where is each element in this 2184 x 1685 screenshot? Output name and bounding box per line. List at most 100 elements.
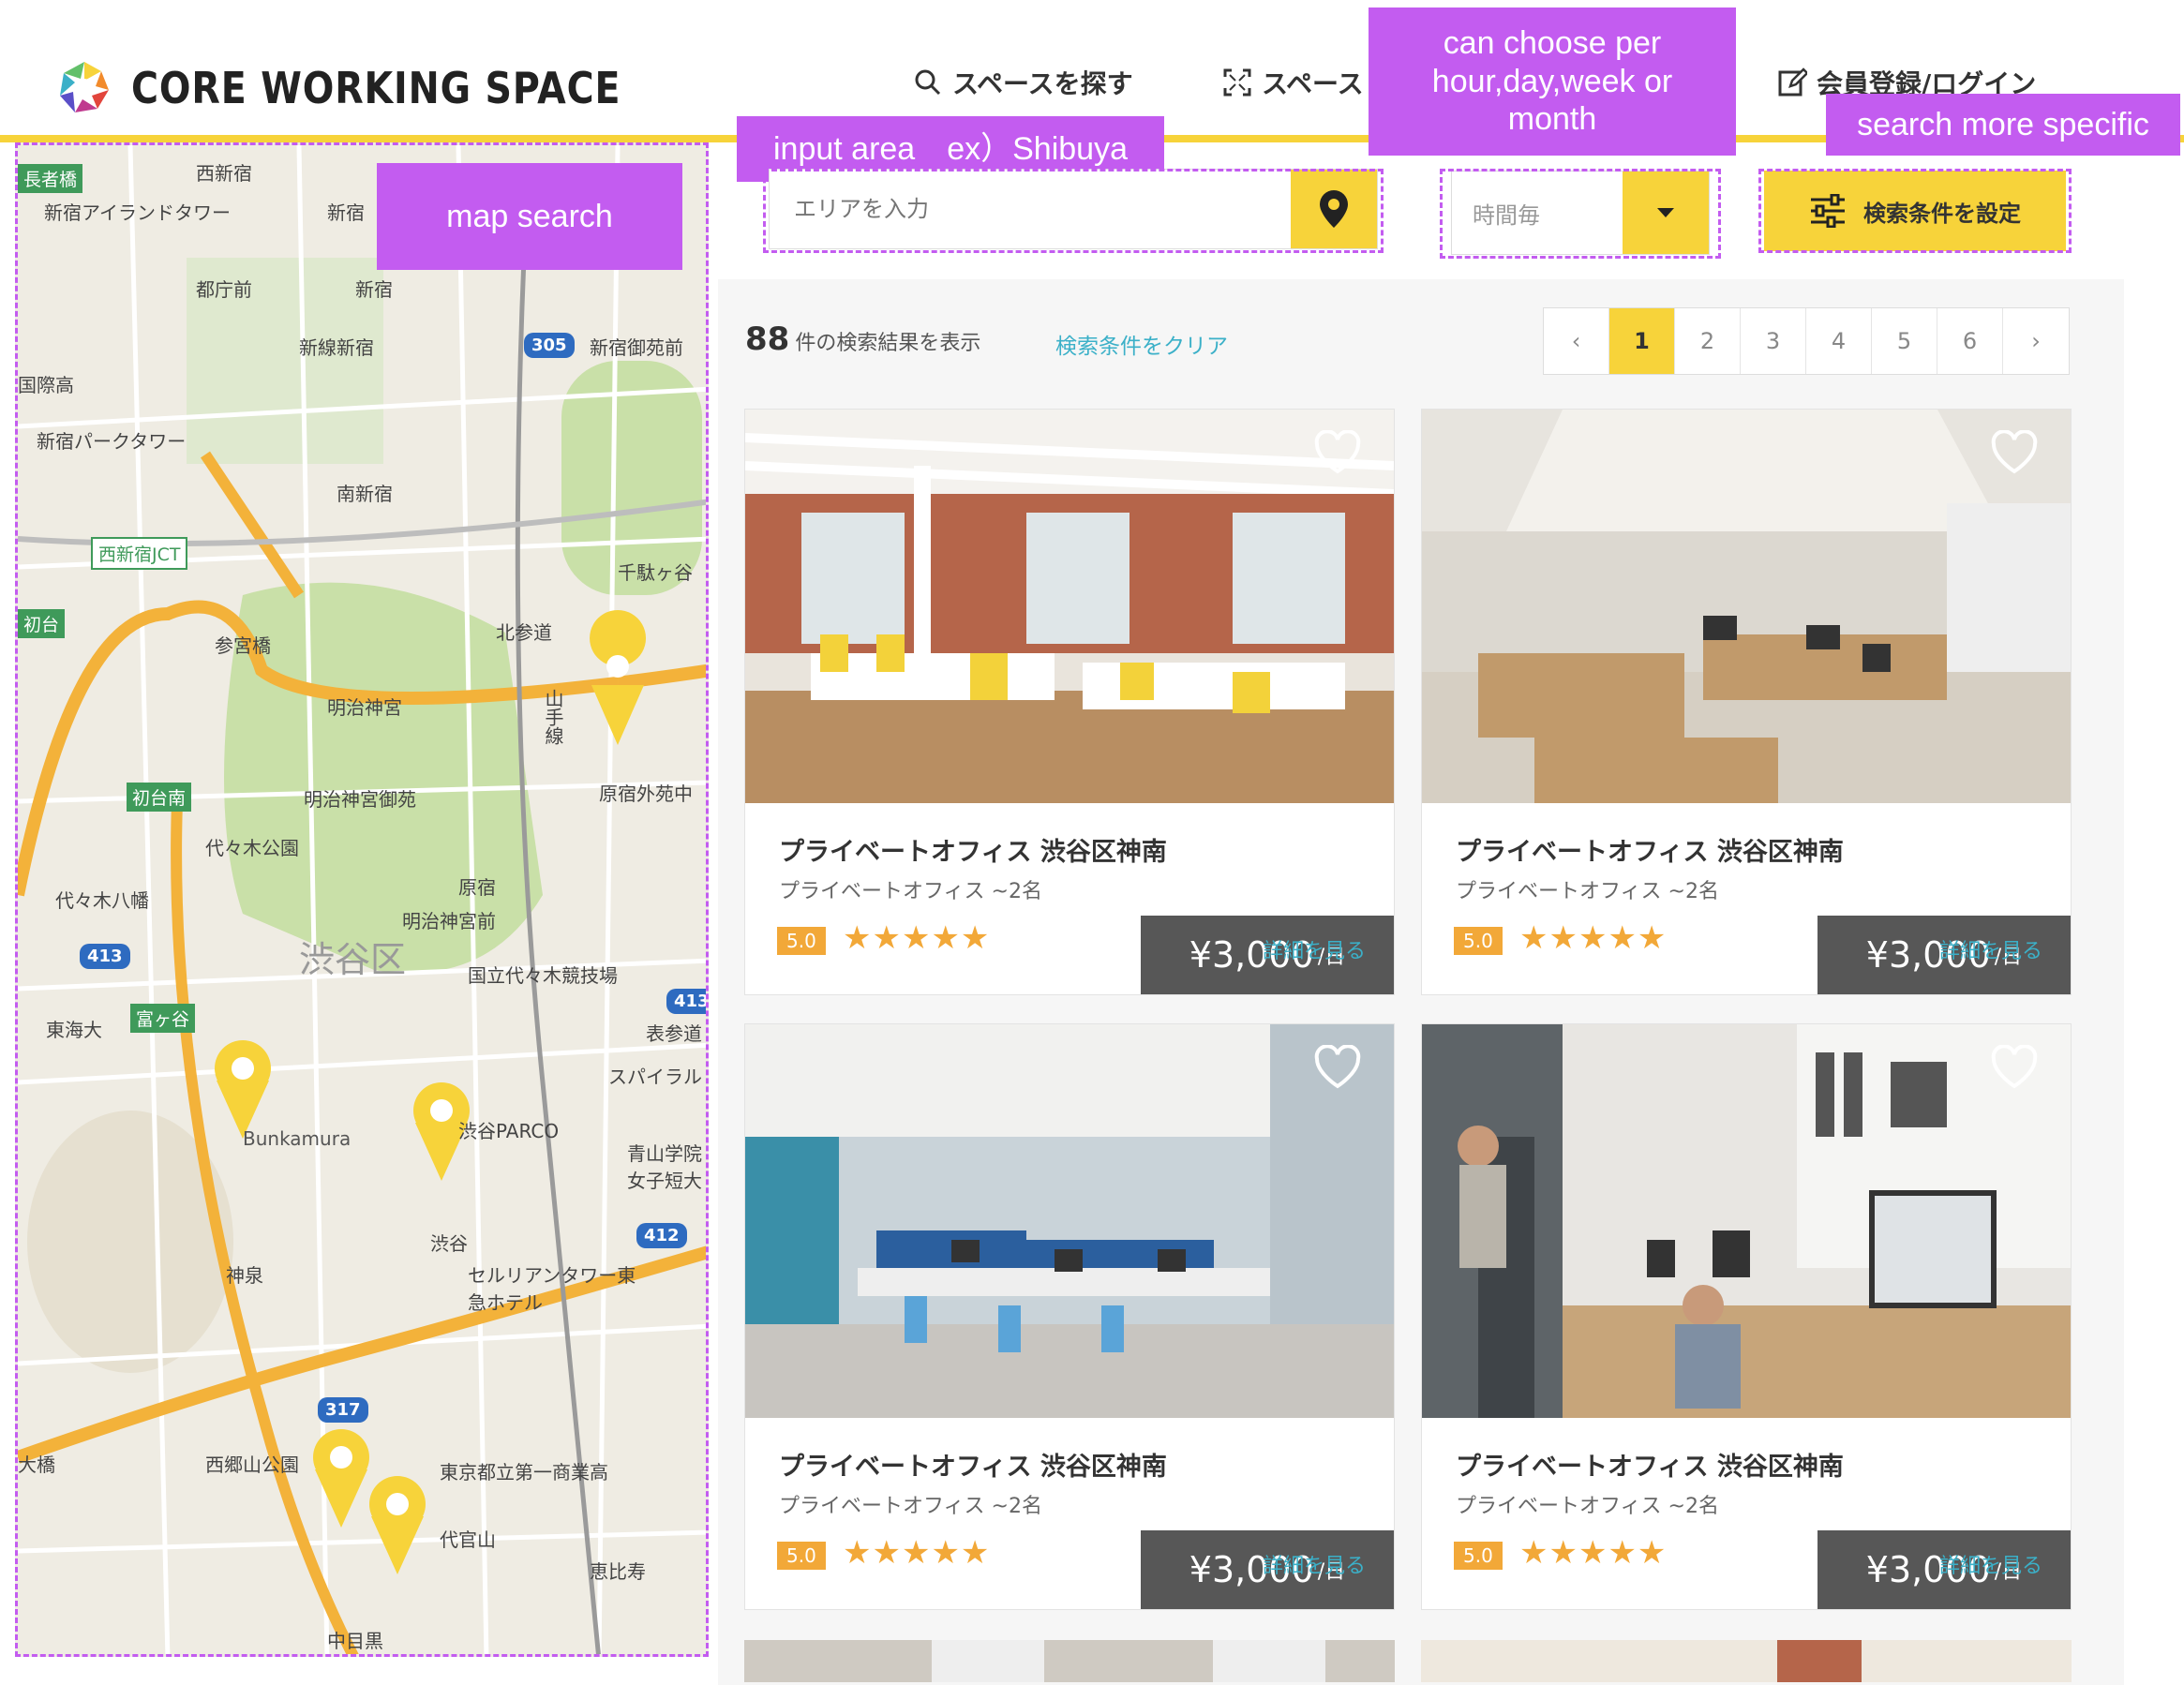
- favorite-heart-icon[interactable]: [1990, 1045, 2039, 1090]
- search-icon: [915, 69, 941, 96]
- map-label: スパイラル: [608, 1066, 702, 1088]
- map-label: 新宿: [355, 278, 393, 301]
- annotation-filter: search more specific: [1826, 94, 2180, 156]
- map-label: 明治神宮御苑: [304, 788, 416, 811]
- map-label: 新線新宿: [299, 336, 374, 359]
- map-label: 東京都立第一商業高: [440, 1461, 608, 1484]
- rating-badge: 5.0: [777, 927, 826, 955]
- card-subtitle: プライベートオフィス ~2名: [779, 880, 1042, 903]
- space-photo: [1422, 1024, 2071, 1418]
- map-label: 国立代々木競技場: [468, 964, 618, 987]
- space-photo: [745, 1024, 1394, 1418]
- map-label: 北参道: [496, 621, 552, 644]
- space-photo: [745, 410, 1394, 803]
- map-label: 西新宿: [196, 162, 252, 185]
- favorite-heart-icon[interactable]: [1313, 1045, 1362, 1090]
- map-label: 初台: [18, 609, 66, 638]
- card-title: プライベートオフィス 渋谷区神南: [1456, 838, 1844, 867]
- result-count: 88 件の検索結果を表示: [745, 321, 981, 358]
- pagination-page-2[interactable]: 2: [1675, 308, 1741, 374]
- map-label: 大橋: [18, 1454, 55, 1476]
- map-label: セルリアンタワー東急ホテル: [468, 1264, 636, 1314]
- map-label: 参宮橋: [215, 634, 271, 657]
- pagination-page-5[interactable]: 5: [1872, 308, 1937, 374]
- map-label: 南新宿: [337, 483, 393, 505]
- rating-stars: ★★★★★: [843, 919, 991, 957]
- map-label: 原宿外苑中: [599, 783, 693, 805]
- clear-filters-link[interactable]: 検索条件をクリア: [1055, 328, 1228, 360]
- route-shield: 305: [524, 333, 575, 358]
- favorite-heart-icon[interactable]: [1990, 430, 2039, 475]
- map-label: 渋谷区: [299, 939, 407, 980]
- logo[interactable]: CORE WORKING SPACE: [54, 58, 700, 118]
- space-card[interactable]: ¥3,000/日 プライベートオフィス 渋谷区神南 プライベートオフィス ~2名…: [744, 1023, 1395, 1610]
- card-subtitle: プライベートオフィス ~2名: [1456, 1495, 1719, 1518]
- rating-badge: 5.0: [1454, 1542, 1503, 1570]
- map-label: Bunkamura: [243, 1127, 352, 1150]
- favorite-heart-icon[interactable]: [1313, 430, 1362, 475]
- card-title: プライベートオフィス 渋谷区神南: [1456, 1453, 1844, 1482]
- nav-space-list[interactable]: スペース: [1222, 64, 1364, 101]
- route-shield: 413: [80, 944, 130, 969]
- map-label: 初台南: [127, 783, 192, 812]
- map-label: 新宿御苑前: [590, 336, 683, 359]
- route-shield: 317: [318, 1397, 368, 1423]
- map-label: 富ヶ谷: [130, 1004, 196, 1033]
- details-link[interactable]: 詳細を見る: [1939, 1549, 2042, 1579]
- map-label: 表参道: [646, 1022, 702, 1045]
- annotation-box-filter: [1758, 169, 2072, 253]
- card-title: プライベートオフィス 渋谷区神南: [779, 838, 1167, 867]
- map-label: 都庁前: [196, 278, 252, 301]
- annotation-period: can choose per hour,day,week or month: [1369, 7, 1736, 156]
- route-shield: 413: [666, 989, 706, 1014]
- space-card[interactable]: ¥3,000/日 プライベートオフィス 渋谷区神南 プライベートオフィス ~2名…: [744, 409, 1395, 995]
- details-link[interactable]: 詳細を見る: [1263, 1549, 1366, 1579]
- pagination-page-1[interactable]: 1: [1609, 308, 1675, 374]
- space-card[interactable]: ¥3,000/日 プライベートオフィス 渋谷区神南 プライベートオフィス ~2名…: [1421, 1023, 2072, 1610]
- map-label: 東海大: [46, 1019, 102, 1041]
- map-label: 新宿パークタワー: [37, 430, 187, 453]
- annotation-box-period: [1440, 169, 1721, 259]
- pagination-next[interactable]: ›: [2003, 308, 2069, 374]
- rating-stars: ★★★★★: [1519, 1534, 1668, 1572]
- route-shield: 412: [636, 1223, 687, 1248]
- map-label: 新宿アイランドタワー: [44, 201, 231, 224]
- map-label: 渋谷: [430, 1232, 468, 1255]
- map-label: 明治神宮: [327, 696, 402, 719]
- map-label: 神泉: [226, 1264, 263, 1287]
- map-label: 代官山: [440, 1528, 496, 1551]
- annotation-box-input: [763, 169, 1384, 253]
- map-label: 渋谷PARCO: [458, 1120, 560, 1142]
- pagination-page-3[interactable]: 3: [1741, 308, 1806, 374]
- map-label: 長者橋: [18, 164, 83, 193]
- space-photo: [1422, 410, 2071, 803]
- map-label: 原宿: [458, 876, 496, 899]
- card-subtitle: プライベートオフィス ~2名: [1456, 880, 1719, 903]
- annotation-map: map search: [377, 163, 682, 270]
- space-card-partial[interactable]: [744, 1640, 1395, 1682]
- pagination-prev[interactable]: ‹: [1544, 308, 1609, 374]
- pagination: ‹ 1 2 3 4 5 6 ›: [1543, 307, 2070, 375]
- rating-badge: 5.0: [777, 1542, 826, 1570]
- map-label: 西新宿JCT: [91, 537, 188, 570]
- rating-stars: ★★★★★: [1519, 919, 1668, 957]
- map-label: 西郷山公園: [205, 1454, 299, 1476]
- map-label: 恵比寿: [590, 1560, 646, 1583]
- logo-text: CORE WORKING SPACE: [131, 63, 621, 113]
- nav-search-spaces[interactable]: スペースを探す: [913, 64, 1133, 101]
- map-search[interactable]: 長者橋 西新宿 新宿アイランドタワー 新宿 都庁前 新宿 新宿御苑前 新線新宿 …: [15, 142, 709, 1657]
- logo-icon: [60, 62, 109, 112]
- map-label: 国際高: [18, 374, 74, 396]
- map-label: 新宿: [327, 201, 365, 224]
- details-link[interactable]: 詳細を見る: [1263, 934, 1366, 964]
- map-label: 山手線: [542, 689, 564, 745]
- map-label: 明治神宮前: [402, 910, 496, 932]
- space-card-partial[interactable]: [1421, 1640, 2072, 1682]
- details-link[interactable]: 詳細を見る: [1939, 934, 2042, 964]
- card-title: プライベートオフィス 渋谷区神南: [779, 1453, 1167, 1482]
- edit-icon: [1778, 67, 1807, 97]
- card-subtitle: プライベートオフィス ~2名: [779, 1495, 1042, 1518]
- pagination-page-6[interactable]: 6: [1937, 308, 2003, 374]
- pagination-page-4[interactable]: 4: [1806, 308, 1872, 374]
- space-card[interactable]: ¥3,000/日 プライベートオフィス 渋谷区神南 プライベートオフィス ~2名…: [1421, 409, 2072, 995]
